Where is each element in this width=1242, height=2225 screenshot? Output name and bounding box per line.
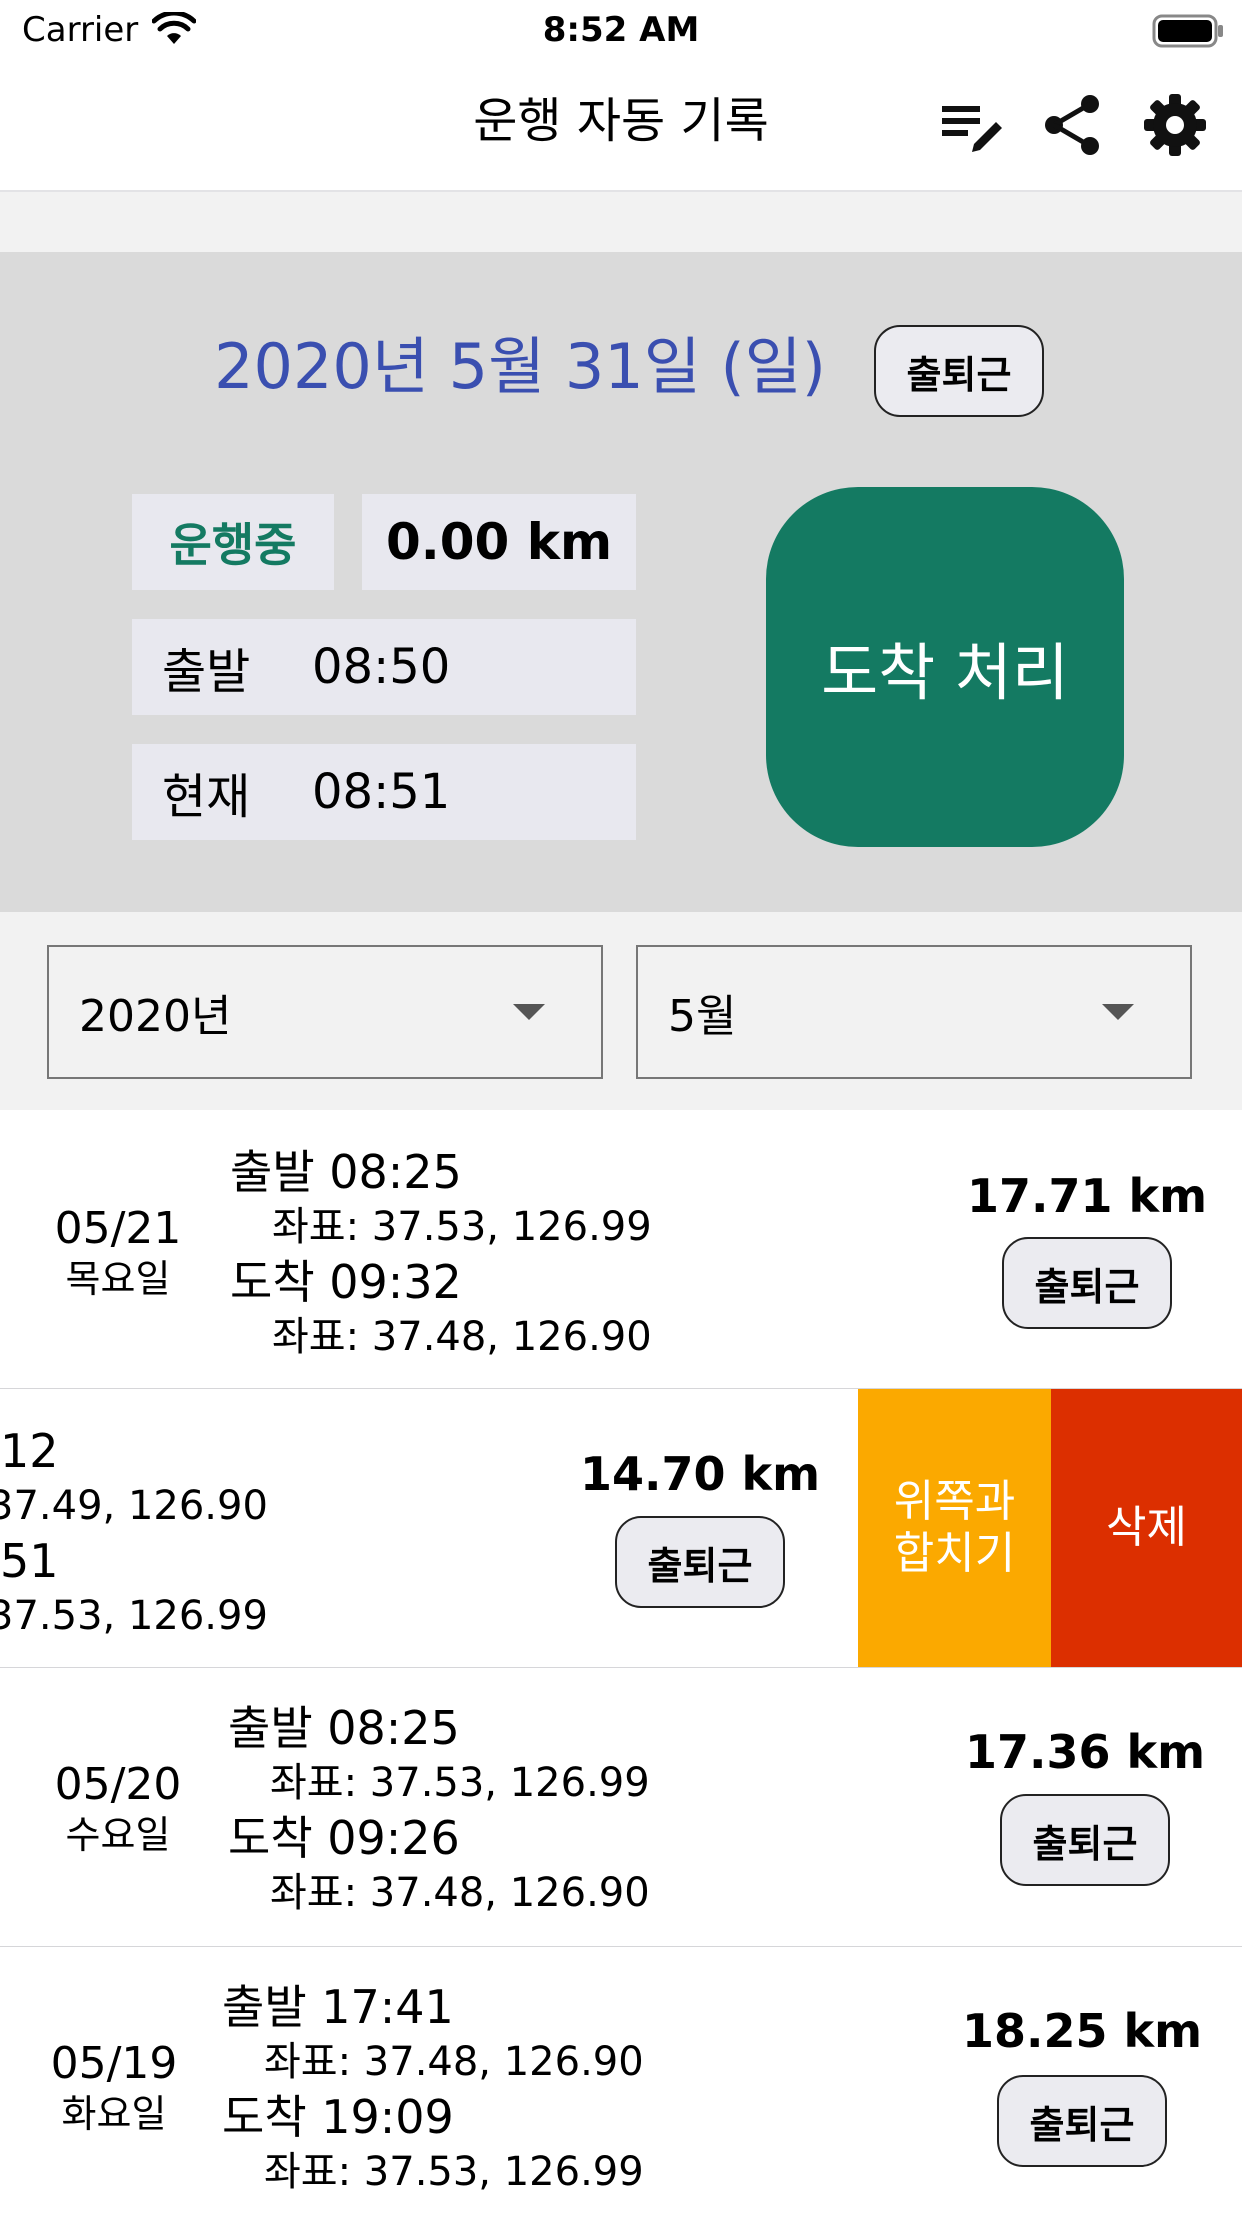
depart-row: 출발 08:50 xyxy=(132,619,636,715)
depart-label: 출발 xyxy=(162,644,251,700)
arrive-info: 도착 09:32 xyxy=(230,1255,462,1309)
depart-coord: 37.49, 126.90 xyxy=(0,1483,268,1529)
list-item-swiped[interactable]: 12 37.49, 126.90 51 37.53, 126.99 14.70 … xyxy=(0,1389,1242,1669)
arrive-info: 도착 19:09 xyxy=(222,2090,454,2144)
arrive-coord: 37.53, 126.99 xyxy=(0,1593,268,1639)
current-date: 2020년 5월 31일 (일) xyxy=(214,330,826,403)
share-icon[interactable] xyxy=(1040,92,1106,158)
trip-times: 출발 08:25 좌표: 37.53, 126.99 도착 09:26 좌표: … xyxy=(228,1700,650,1920)
trip-weekday: 목요일 xyxy=(65,1257,171,1301)
arrive-button[interactable]: 도착 처리 xyxy=(766,487,1124,847)
commute-tag-button[interactable]: 출퇴근 xyxy=(615,1516,785,1608)
gear-icon[interactable] xyxy=(1142,92,1208,158)
depart-coord: 좌표: 37.48, 126.90 xyxy=(264,2039,644,2085)
battery-icon xyxy=(1152,14,1226,52)
trip-date: 05/21 목요일 xyxy=(28,1202,208,1302)
delete-button[interactable]: 삭제 xyxy=(1051,1389,1242,1667)
commute-tag-button[interactable]: 출퇴근 xyxy=(997,2075,1167,2167)
month-value: 5월 xyxy=(668,991,737,1042)
trip-distance: 0.00 km xyxy=(362,494,636,590)
arrive-coord: 좌표: 37.53, 126.99 xyxy=(264,2149,644,2195)
month-picker[interactable]: 5월 xyxy=(636,945,1192,1079)
depart-info: 출발 17:41 xyxy=(222,1980,454,2034)
current-time: 08:51 xyxy=(312,764,451,820)
depart-info: 12 xyxy=(0,1424,59,1478)
trip-list: 05/21 목요일 출발 08:25 좌표: 37.53, 126.99 도착 … xyxy=(0,1110,1242,2225)
depart-info: 출발 08:25 xyxy=(230,1145,462,1199)
edit-list-icon[interactable] xyxy=(938,92,1004,158)
status-bar: Carrier 8:52 AM xyxy=(0,0,1242,60)
arrive-coord: 좌표: 37.48, 126.90 xyxy=(270,1870,650,1916)
depart-time: 08:50 xyxy=(312,639,451,695)
trip-date-value: 05/20 xyxy=(54,1759,182,1810)
commute-tag-button[interactable]: 출퇴근 xyxy=(874,325,1044,417)
trip-times: 출발 08:25 좌표: 37.53, 126.99 도착 09:32 좌표: … xyxy=(230,1144,652,1364)
trip-distance: 14.70 km xyxy=(579,1447,821,1501)
chevron-down-icon xyxy=(513,1004,545,1020)
current-trip-panel: 2020년 5월 31일 (일) 출퇴근 운행중 0.00 km 출발 08:5… xyxy=(0,252,1242,912)
chevron-down-icon xyxy=(1102,1004,1134,1020)
arrive-coord: 좌표: 37.48, 126.90 xyxy=(272,1314,652,1360)
trip-weekday: 수요일 xyxy=(65,1813,171,1857)
depart-info: 출발 08:25 xyxy=(228,1701,460,1755)
depart-coord: 좌표: 37.53, 126.99 xyxy=(272,1204,652,1250)
trip-date: 05/20 수요일 xyxy=(28,1758,208,1858)
list-item[interactable]: 05/20 수요일 출발 08:25 좌표: 37.53, 126.99 도착 … xyxy=(0,1668,1242,1948)
navigation-bar: 운행 자동 기록 xyxy=(0,60,1242,192)
commute-tag-button[interactable]: 출퇴근 xyxy=(1002,1237,1172,1329)
depart-coord: 좌표: 37.53, 126.99 xyxy=(270,1760,650,1806)
merge-up-label: 위쪽과 합치기 xyxy=(893,1476,1016,1579)
trip-distance: 17.36 km xyxy=(964,1725,1206,1779)
arrive-info: 도착 09:26 xyxy=(228,1811,460,1865)
trip-date-value: 05/21 xyxy=(54,1203,182,1254)
trip-times: 12 37.49, 126.90 51 37.53, 126.99 xyxy=(0,1423,300,1643)
arrive-info: 51 xyxy=(0,1534,59,1588)
year-value: 2020년 xyxy=(79,991,232,1042)
list-item[interactable]: 05/19 화요일 출발 17:41 좌표: 37.48, 126.90 도착 … xyxy=(0,1947,1242,2225)
trip-distance: 18.25 km xyxy=(961,2004,1203,2058)
clock: 8:52 AM xyxy=(542,10,700,50)
current-label: 현재 xyxy=(162,769,251,825)
trip-times: 출발 17:41 좌표: 37.48, 126.90 도착 19:09 좌표: … xyxy=(222,1979,644,2199)
year-picker[interactable]: 2020년 xyxy=(47,945,603,1079)
trip-status: 운행중 xyxy=(132,494,334,590)
trip-weekday: 화요일 xyxy=(61,2092,167,2136)
trip-distance: 17.71 km xyxy=(966,1169,1208,1223)
current-row: 현재 08:51 xyxy=(132,744,636,840)
trip-date-value: 05/19 xyxy=(50,2038,178,2089)
list-item[interactable]: 05/21 목요일 출발 08:25 좌표: 37.53, 126.99 도착 … xyxy=(0,1110,1242,1390)
merge-up-button[interactable]: 위쪽과 합치기 xyxy=(858,1389,1051,1667)
trip-date: 05/19 화요일 xyxy=(24,2037,204,2137)
commute-tag-button[interactable]: 출퇴근 xyxy=(1000,1794,1170,1886)
